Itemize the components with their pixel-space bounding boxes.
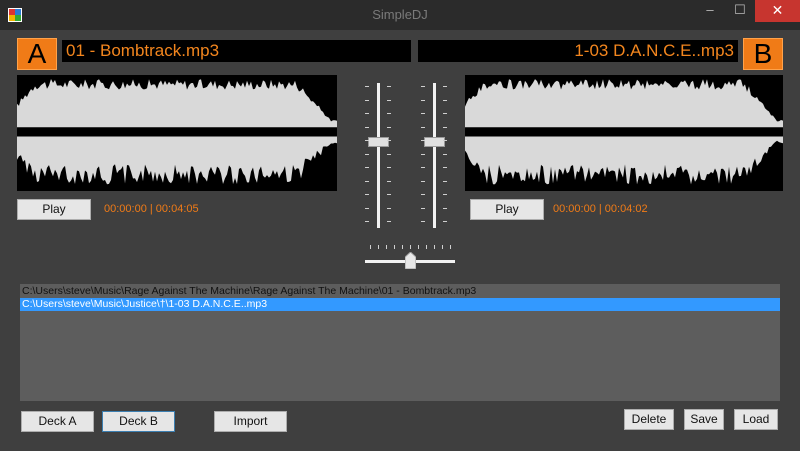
deck-a-fader-tick <box>365 221 369 222</box>
playlist-item-selected[interactable]: C:\Users\steve\Music\Justice\†\1-03 D.A.… <box>20 298 780 311</box>
deck-b-track-title: 1-03 D.A.N.C.E..mp3 <box>418 40 738 62</box>
deck-b-fader-tick <box>443 207 447 209</box>
waveform-upper <box>465 79 783 128</box>
deck-b-fader-tick <box>443 140 447 141</box>
deck-b-fader-tick <box>421 153 425 155</box>
crossfader-tick <box>386 245 387 249</box>
deck-b-play-button[interactable]: Play <box>470 199 544 220</box>
crossfader-tick <box>410 245 411 249</box>
deck-b-fader-tick <box>421 113 425 114</box>
deck-a-play-button[interactable]: Play <box>17 199 91 220</box>
deck-a-fader-tick <box>387 86 391 87</box>
deck-a-fader-tick <box>387 207 391 209</box>
crossfader-tick <box>434 245 435 249</box>
deck-b-fader-tick <box>443 86 447 87</box>
deck-b-fader-tick <box>443 221 447 222</box>
deck-a-fader-tick <box>387 126 391 128</box>
deck-a-volume-knob[interactable] <box>368 137 389 147</box>
deck-a-track-title: 01 - Bombtrack.mp3 <box>62 40 411 62</box>
crossfader-tick <box>394 245 395 249</box>
deck-a-fader-tick <box>365 153 369 155</box>
crossfader-tick <box>378 245 379 249</box>
deck-b-volume-track[interactable] <box>433 83 436 228</box>
deck-b-fader-tick <box>443 99 447 101</box>
deck-a-fader-tick <box>387 140 391 141</box>
deck-b-volume-fader[interactable] <box>419 83 449 228</box>
deck-a-waveform[interactable] <box>17 75 337 191</box>
deck-b-fader-tick <box>443 126 447 128</box>
crossfader-tick <box>418 245 419 249</box>
maximize-button[interactable]: ☐ <box>726 0 754 22</box>
import-button[interactable]: Import <box>214 411 287 432</box>
playlist[interactable]: C:\Users\steve\Music\Rage Against The Ma… <box>20 284 780 401</box>
delete-button[interactable]: Delete <box>624 409 674 430</box>
deck-b-fader-tick <box>443 153 447 155</box>
deck-b-fader-tick <box>421 167 425 168</box>
deck-a-fader-tick <box>387 221 391 222</box>
deck-b-fader-tick <box>421 180 425 182</box>
deck-a-volume-track[interactable] <box>377 83 380 228</box>
deck-b-fader-tick <box>421 99 425 101</box>
title-bar: SimpleDJ – ☐ ✕ <box>0 0 800 30</box>
deck-b-volume-knob[interactable] <box>424 137 445 147</box>
close-button[interactable]: ✕ <box>755 0 800 22</box>
minimize-button[interactable]: – <box>696 0 724 22</box>
deck-a-fader-tick <box>365 99 369 101</box>
simpledj-window: SimpleDJ – ☐ ✕ A 01 - Bombtrack.mp3 Play… <box>0 0 800 451</box>
crossfader-tick <box>426 245 427 249</box>
crossfader-knob[interactable] <box>404 252 416 269</box>
deck-a-fader-tick <box>365 194 369 195</box>
deck-a-volume-fader[interactable] <box>363 83 393 228</box>
window-title: SimpleDJ <box>372 7 428 22</box>
deck-b-fader-tick <box>421 221 425 222</box>
deck-b-fader-tick <box>421 126 425 128</box>
deck-a-fader-tick <box>365 126 369 128</box>
deck-b-fader-tick <box>443 180 447 182</box>
deck-b-fader-tick <box>421 207 425 209</box>
deck-a-fader-tick <box>365 167 369 168</box>
deck-b-time: 00:00:00 | 00:04:02 <box>553 203 648 215</box>
deck-a-fader-tick <box>365 86 369 87</box>
deck-b-fader-tick <box>421 140 425 141</box>
deck-a-fader-tick <box>365 113 369 114</box>
deck-a-fader-tick <box>365 180 369 182</box>
deck-b-label: B <box>743 38 783 70</box>
deck-b-fader-tick <box>443 167 447 168</box>
deck-b-fader-tick <box>421 86 425 87</box>
deck-b-fader-tick <box>443 113 447 114</box>
deck-a-time: 00:00:00 | 00:04:05 <box>104 203 199 215</box>
deck-b-waveform[interactable] <box>465 75 783 191</box>
deck-a-fader-tick <box>387 194 391 195</box>
waveform-lower <box>465 136 783 185</box>
crossfader-tick <box>402 245 403 249</box>
crossfader-tick <box>450 245 451 249</box>
deck-a-fader-tick <box>365 140 369 141</box>
crossfader[interactable] <box>365 242 455 272</box>
deck-b-fader-tick <box>443 194 447 195</box>
save-button[interactable]: Save <box>684 409 724 430</box>
waveform-upper <box>17 79 337 128</box>
load-deck-a-button[interactable]: Deck A <box>21 411 94 432</box>
deck-a-fader-tick <box>387 113 391 114</box>
playlist-item[interactable]: C:\Users\steve\Music\Rage Against The Ma… <box>20 285 780 298</box>
deck-a-fader-tick <box>387 99 391 101</box>
deck-a-fader-tick <box>387 167 391 168</box>
deck-a-fader-tick <box>387 153 391 155</box>
load-button[interactable]: Load <box>734 409 778 430</box>
waveform-lower <box>17 136 337 185</box>
crossfader-tick <box>370 245 371 249</box>
crossfader-tick <box>442 245 443 249</box>
deck-b-fader-tick <box>421 194 425 195</box>
deck-a-fader-tick <box>365 207 369 209</box>
load-deck-b-button[interactable]: Deck B <box>102 411 175 432</box>
deck-a-fader-tick <box>387 180 391 182</box>
deck-a-label: A <box>17 38 57 70</box>
